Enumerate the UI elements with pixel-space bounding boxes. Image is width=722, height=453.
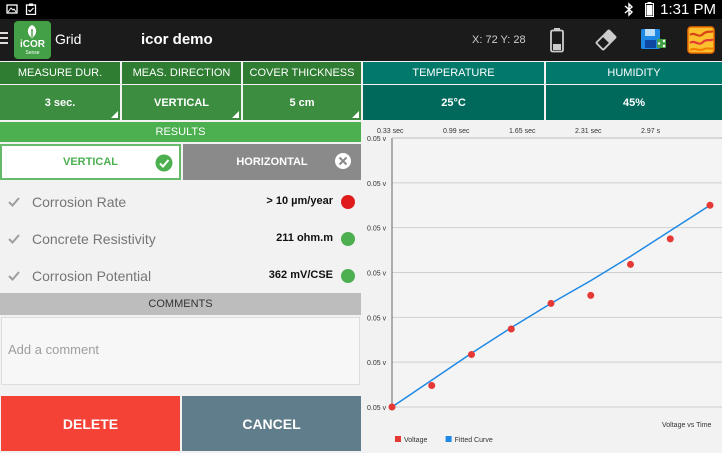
result-row-corrosion-rate: Corrosion Rate > 10 µm/year bbox=[0, 184, 361, 220]
screen: 1:31 PM iCOR Sense Grid icor demo X: 72 … bbox=[0, 0, 722, 453]
measure-direction-setting[interactable]: MEAS. DIRECTION VERTICAL bbox=[122, 62, 241, 120]
status-indicator bbox=[341, 232, 355, 246]
delete-button[interactable]: DELETE bbox=[1, 396, 180, 451]
y-tick-label: 0.05 v bbox=[367, 136, 387, 143]
save-sync-icon[interactable] bbox=[638, 25, 668, 55]
bluetooth-icon bbox=[624, 2, 634, 17]
chart-title: Voltage vs Time bbox=[662, 422, 712, 429]
voltage-point bbox=[468, 351, 475, 359]
tab-vertical[interactable]: VERTICAL bbox=[0, 144, 181, 180]
close-circle-icon[interactable] bbox=[334, 152, 352, 170]
document-title: icor demo bbox=[141, 31, 213, 48]
tab-horizontal[interactable]: HORIZONTAL bbox=[183, 144, 361, 180]
voltage-time-chart: 0.05 v 0.05 v 0.05 v 0.05 v 0.05 v 0.05 v 0.05… bbox=[363, 122, 722, 453]
cover-thickness-setting[interactable]: COVER THICKNESS 5 cm bbox=[243, 62, 361, 120]
setting-value: 3 sec. bbox=[0, 85, 120, 120]
status-indicator bbox=[341, 195, 355, 209]
voltage-point bbox=[587, 291, 595, 299]
voltage-point bbox=[547, 299, 555, 307]
result-label: Concrete Resistivity bbox=[32, 231, 156, 247]
logo-subtext: Sense bbox=[25, 50, 40, 56]
setting-label: MEASURE DUR. bbox=[0, 62, 120, 84]
checkbox[interactable] bbox=[7, 232, 21, 246]
logo-text: iCOR bbox=[20, 39, 45, 50]
y-tick-label: 0.05 v bbox=[367, 271, 387, 278]
result-label: Corrosion Rate bbox=[32, 194, 127, 210]
setting-label: COVER THICKNESS bbox=[243, 62, 361, 84]
app-title: Grid bbox=[55, 31, 82, 47]
check-circle-icon bbox=[155, 154, 173, 172]
comment-box bbox=[1, 317, 360, 385]
result-value: 211 ohm.m bbox=[276, 232, 333, 244]
eraser-icon[interactable] bbox=[591, 25, 621, 55]
measure-duration-setting[interactable]: MEASURE DUR. 3 sec. bbox=[0, 62, 120, 120]
action-bar: iCOR Sense Grid icor demo X: 72 Y: 28 bbox=[0, 19, 722, 61]
cancel-button[interactable]: CANCEL bbox=[182, 396, 361, 451]
comments-header: COMMENTS bbox=[0, 293, 361, 315]
voltage-point bbox=[627, 260, 634, 268]
status-time: 1:31 PM bbox=[660, 1, 716, 18]
y-tick-label: 0.05 v bbox=[367, 405, 387, 412]
voltage-point bbox=[706, 201, 714, 209]
y-tick-label: 0.05 v bbox=[367, 315, 387, 322]
photo-notification-icon bbox=[6, 4, 18, 14]
result-value: 362 mV/CSE bbox=[268, 269, 333, 281]
x-tick-label: 0.33 sec bbox=[377, 128, 404, 135]
checkbox[interactable] bbox=[7, 269, 21, 283]
tab-label: VERTICAL bbox=[63, 156, 118, 168]
app-logo[interactable]: iCOR Sense bbox=[14, 21, 51, 59]
y-tick-label: 0.05 v bbox=[367, 181, 387, 188]
results-header: RESULTS bbox=[0, 122, 361, 142]
battery-status-icon bbox=[645, 2, 654, 17]
legend-label: Voltage bbox=[404, 437, 427, 444]
dropdown-corner-icon bbox=[232, 111, 239, 118]
legend-swatch bbox=[395, 436, 401, 442]
leaf-icon bbox=[27, 25, 37, 38]
status-indicator bbox=[341, 269, 355, 283]
legend-label: Fitted Curve bbox=[455, 437, 493, 444]
setting-label: MEAS. DIRECTION bbox=[122, 62, 241, 84]
result-row-concrete-resistivity: Concrete Resistivity 211 ohm.m bbox=[0, 221, 361, 257]
menu-icon[interactable] bbox=[0, 32, 8, 46]
result-value: > 10 µm/year bbox=[266, 195, 333, 207]
map-icon[interactable] bbox=[686, 25, 716, 55]
status-bar: 1:31 PM bbox=[0, 0, 722, 19]
x-tick-label: 2.31 sec bbox=[575, 128, 602, 135]
condition-value: 45% bbox=[546, 85, 722, 120]
checkbox[interactable] bbox=[7, 195, 21, 209]
dropdown-corner-icon bbox=[111, 111, 118, 118]
condition-label: HUMIDITY bbox=[546, 62, 722, 84]
x-tick-label: 2.97 s bbox=[641, 128, 661, 135]
x-tick-label: 0.99 sec bbox=[443, 128, 470, 135]
temperature-display: TEMPERATURE 25°C bbox=[363, 62, 544, 120]
voltage-point bbox=[507, 325, 515, 333]
grid-coordinates: X: 72 Y: 28 bbox=[472, 34, 526, 46]
setting-value: 5 cm bbox=[243, 85, 361, 120]
result-row-corrosion-potential: Corrosion Potential 362 mV/CSE bbox=[0, 258, 361, 294]
y-tick-label: 0.05 v bbox=[367, 226, 387, 233]
dropdown-corner-icon bbox=[352, 111, 359, 118]
clipboard-notification-icon bbox=[25, 3, 37, 15]
comment-input[interactable] bbox=[8, 342, 348, 357]
voltage-point bbox=[666, 235, 674, 243]
x-tick-label: 1.65 sec bbox=[509, 128, 536, 135]
condition-label: TEMPERATURE bbox=[363, 62, 544, 84]
battery-icon[interactable] bbox=[542, 25, 572, 55]
result-label: Corrosion Potential bbox=[32, 268, 152, 284]
y-tick-label: 0.05 v bbox=[367, 360, 387, 367]
voltage-point bbox=[388, 403, 396, 411]
voltage-point bbox=[428, 381, 436, 389]
setting-value: VERTICAL bbox=[122, 85, 241, 120]
humidity-display: HUMIDITY 45% bbox=[546, 62, 722, 120]
legend-swatch bbox=[445, 436, 452, 442]
condition-value: 25°C bbox=[363, 85, 544, 120]
